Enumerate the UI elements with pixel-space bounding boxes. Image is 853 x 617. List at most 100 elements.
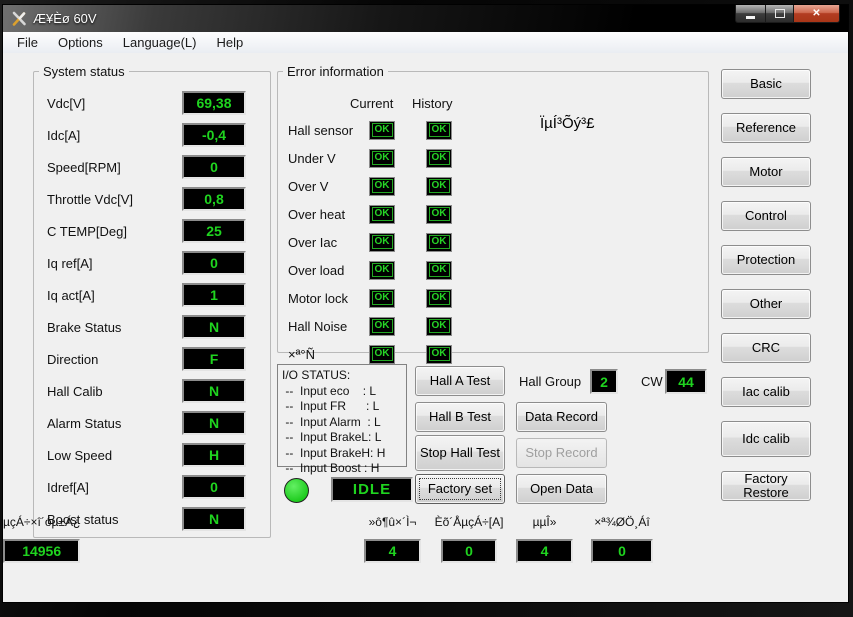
current-status-badge: OK	[369, 121, 395, 140]
window-title: Æ¥Èø 60V	[33, 11, 97, 26]
telemetry-display: 14956	[3, 539, 80, 563]
history-status-badge: OK	[426, 149, 452, 168]
run-state-display: IDLE	[331, 477, 413, 502]
titlebar[interactable]: Æ¥Èø 60V ✕	[3, 5, 848, 32]
error-row: Over Iac OK OK	[278, 228, 708, 256]
status-label: Alarm Status	[47, 416, 121, 431]
telemetry-display: 4	[516, 539, 573, 563]
error-label: Over Iac	[288, 235, 369, 250]
status-row: C TEMP[Deg] 25	[47, 219, 246, 243]
telemetry-label: µçÁ÷×î´óµ±Á¿	[3, 515, 80, 531]
nav-button[interactable]: Basic	[721, 69, 811, 99]
stop-hall-test-button[interactable]: Stop Hall Test	[415, 435, 505, 471]
telemetry-column: Èõ´ÅµçÁ÷[A] 0	[441, 515, 497, 563]
error-row: Under V OK OK	[278, 144, 708, 172]
maximize-icon	[775, 9, 785, 18]
telemetry-column: ×ª¾ØÖ¸Áî 0	[591, 515, 653, 563]
status-value-display: N	[182, 411, 246, 435]
close-button[interactable]: ✕	[793, 5, 840, 23]
error-label: Over V	[288, 179, 369, 194]
system-status-group: System status Vdc[V] 69,38 Idc[A] -0,4	[33, 64, 271, 538]
current-status-badge: OK	[369, 149, 395, 168]
history-status-badge: OK	[426, 121, 452, 140]
status-value-display: 0	[182, 475, 246, 499]
history-status-badge: OK	[426, 205, 452, 224]
error-info-title: Error information	[283, 64, 388, 79]
telemetry-column: µµÎ» 4	[516, 515, 573, 563]
status-label: Low Speed	[47, 448, 112, 463]
io-status-line: -- Input Alarm : L	[282, 415, 406, 431]
open-data-button[interactable]: Open Data	[516, 474, 607, 504]
status-value-display: -0,4	[182, 123, 246, 147]
minimize-button[interactable]	[735, 5, 766, 23]
menu-item[interactable]: Language(L)	[113, 33, 207, 52]
status-label: Idref[A]	[47, 480, 89, 495]
system-status-rows: Vdc[V] 69,38 Idc[A] -0,4 Speed[RPM] 0	[34, 79, 270, 531]
nav-button[interactable]: Control	[721, 201, 811, 231]
io-status-line: -- Input Boost : H	[282, 461, 406, 477]
factory-set-button[interactable]: Factory set	[415, 474, 505, 504]
hall-b-test-button[interactable]: Hall B Test	[415, 402, 505, 432]
window-controls: ✕	[735, 5, 840, 23]
cw-label: CW	[641, 374, 663, 389]
status-value-display: N	[182, 507, 246, 531]
status-row: Iq act[A] 1	[47, 283, 246, 307]
system-status-title: System status	[39, 64, 129, 79]
error-label: Hall sensor	[288, 123, 369, 138]
telemetry-display: 0	[441, 539, 497, 563]
status-row: Throttle Vdc[V] 0,8	[47, 187, 246, 211]
status-row: Brake Status N	[47, 315, 246, 339]
hall-a-test-button[interactable]: Hall A Test	[415, 366, 505, 396]
desktop: Æ¥Èø 60V ✕ FileOptionsLanguage(L)Help Sy…	[0, 0, 853, 617]
status-label: Brake Status	[47, 320, 121, 335]
run-state-led	[284, 478, 309, 503]
nav-button[interactable]: Motor	[721, 157, 811, 187]
status-label: Iq ref[A]	[47, 256, 93, 271]
error-label: Over load	[288, 263, 369, 278]
current-status-badge: OK	[369, 289, 395, 308]
data-record-button[interactable]: Data Record	[516, 402, 607, 432]
nav-button[interactable]: Iac calib	[721, 377, 811, 407]
app-window: Æ¥Èø 60V ✕ FileOptionsLanguage(L)Help Sy…	[2, 4, 849, 603]
nav-button[interactable]: Protection	[721, 245, 811, 275]
error-row: Over heat OK OK	[278, 200, 708, 228]
status-value-display: 69,38	[182, 91, 246, 115]
cw-display: 44	[665, 369, 707, 394]
io-status-line: -- Input BrakeH: H	[282, 446, 406, 462]
nav-button[interactable]: Factory Restore	[721, 471, 811, 501]
current-status-badge: OK	[369, 317, 395, 336]
history-status-badge: OK	[426, 345, 452, 364]
menu-item[interactable]: Help	[207, 33, 254, 52]
nav-button[interactable]: Idc calib	[721, 421, 811, 457]
error-info-group: Error information Current History ÏµÍ³Õý…	[277, 64, 709, 353]
history-status-badge: OK	[426, 289, 452, 308]
history-status-badge: OK	[426, 317, 452, 336]
error-row: Hall Noise OK OK	[278, 312, 708, 340]
status-row: Hall Calib N	[47, 379, 246, 403]
menu-item[interactable]: Options	[48, 33, 113, 52]
maximize-button[interactable]	[766, 5, 793, 23]
error-row: Hall sensor OK OK	[278, 116, 708, 144]
status-label: C TEMP[Deg]	[47, 224, 127, 239]
current-status-badge: OK	[369, 205, 395, 224]
io-status-line: -- Input eco : L	[282, 384, 406, 400]
nav-button[interactable]: Reference	[721, 113, 811, 143]
current-status-badge: OK	[369, 233, 395, 252]
io-status-line: -- Input FR : L	[282, 399, 406, 415]
nav-button[interactable]: CRC	[721, 333, 811, 363]
status-label: Speed[RPM]	[47, 160, 121, 175]
column-header-current: Current	[350, 96, 393, 111]
telemetry-label: Èõ´ÅµçÁ÷[A]	[435, 515, 504, 531]
current-status-badge: OK	[369, 261, 395, 280]
status-label: Vdc[V]	[47, 96, 85, 111]
menu-item[interactable]: File	[7, 33, 48, 52]
error-row: Motor lock OK OK	[278, 284, 708, 312]
current-status-badge: OK	[369, 345, 395, 364]
status-value-display: 0	[182, 155, 246, 179]
error-label: Over heat	[288, 207, 369, 222]
nav-button[interactable]: Other	[721, 289, 811, 319]
error-row: Over V OK OK	[278, 172, 708, 200]
nav-button-column: Basic Reference Motor Control Protection Othe…	[721, 69, 811, 501]
status-row: Low Speed H	[47, 443, 246, 467]
error-row: Over load OK OK	[278, 256, 708, 284]
